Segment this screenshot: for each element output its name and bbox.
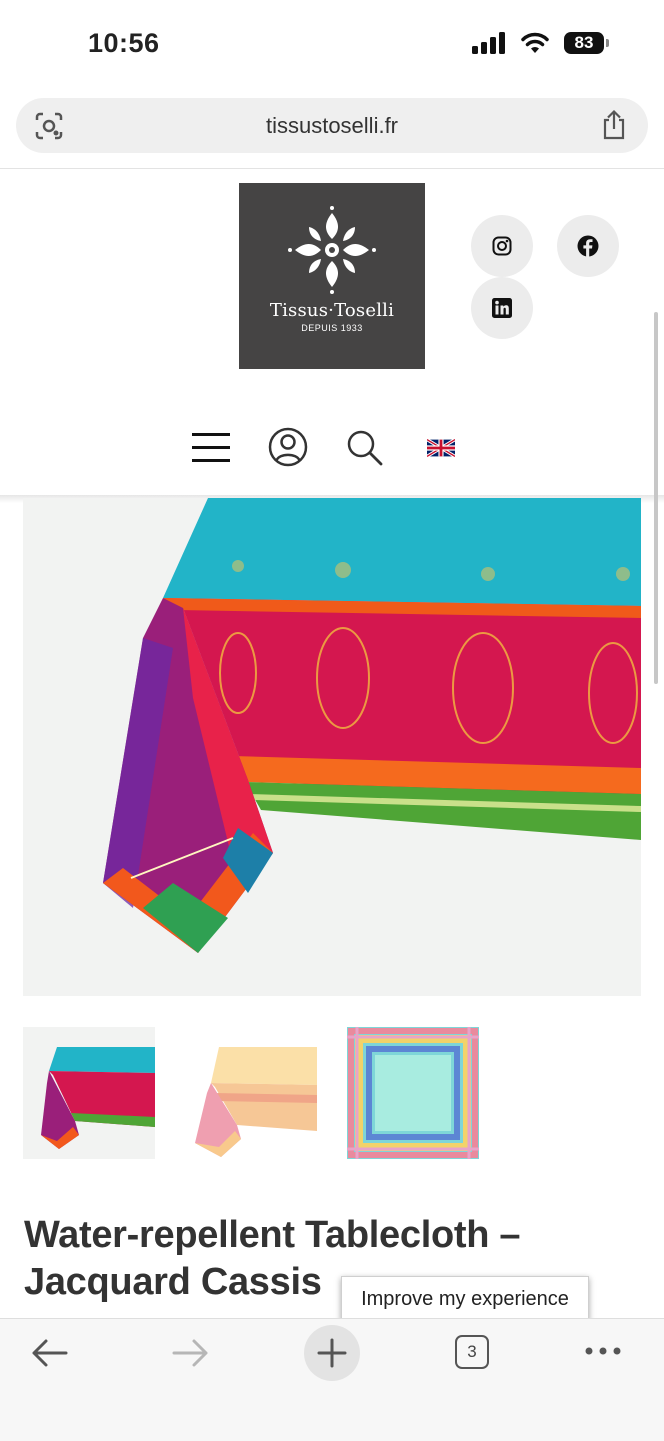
thumb-cassis-image bbox=[41, 1047, 155, 1149]
share-icon[interactable] bbox=[600, 109, 628, 141]
instagram-icon bbox=[492, 236, 512, 256]
signal-icon bbox=[472, 32, 505, 54]
more-dots-icon[interactable] bbox=[584, 1345, 622, 1357]
instagram-button[interactable] bbox=[471, 215, 533, 277]
facebook-button[interactable] bbox=[557, 215, 619, 277]
logo-tagline: DEPUIS 1933 bbox=[301, 323, 363, 333]
logo-name: Tissus·Toselli bbox=[269, 300, 395, 321]
search-icon[interactable] bbox=[346, 428, 384, 468]
improve-experience-button[interactable]: Improve my experience bbox=[341, 1276, 589, 1322]
status-time: 10:56 bbox=[88, 28, 160, 58]
uk-flag-icon[interactable] bbox=[427, 439, 455, 457]
plus-icon bbox=[317, 1338, 347, 1368]
forward-arrow-icon[interactable] bbox=[172, 1337, 210, 1369]
facebook-icon bbox=[577, 235, 599, 257]
status-icons: 83 bbox=[472, 32, 609, 54]
battery-indicator: 83 bbox=[564, 32, 609, 54]
logo-emblem-icon bbox=[288, 206, 376, 294]
url-text: tissustoselli.fr bbox=[265, 113, 399, 138]
scrollbar[interactable] bbox=[654, 312, 658, 684]
new-tab-button[interactable] bbox=[304, 1325, 360, 1381]
thumbnail-peach[interactable] bbox=[185, 1027, 317, 1159]
site-logo[interactable]: Tissus·Toselli DEPUIS 1933 bbox=[239, 183, 425, 369]
linkedin-button[interactable] bbox=[471, 277, 533, 339]
linkedin-icon bbox=[492, 298, 512, 318]
toolbar-divider bbox=[0, 168, 664, 169]
tab-switcher-button[interactable]: 3 bbox=[455, 1335, 489, 1369]
wifi-icon bbox=[521, 32, 549, 53]
thumb-peach-image bbox=[195, 1047, 317, 1157]
tablecloth-image bbox=[103, 498, 641, 953]
thumb-pastel-image bbox=[347, 1027, 479, 1159]
thumbnail-cassis[interactable] bbox=[23, 1027, 155, 1159]
account-icon[interactable] bbox=[268, 426, 308, 468]
back-arrow-icon[interactable] bbox=[30, 1337, 68, 1369]
address-bar[interactable]: tissustoselli.fr bbox=[16, 98, 648, 153]
product-image[interactable] bbox=[23, 498, 641, 996]
menu-icon[interactable] bbox=[192, 432, 230, 464]
thumbnail-pastel[interactable] bbox=[347, 1027, 479, 1159]
